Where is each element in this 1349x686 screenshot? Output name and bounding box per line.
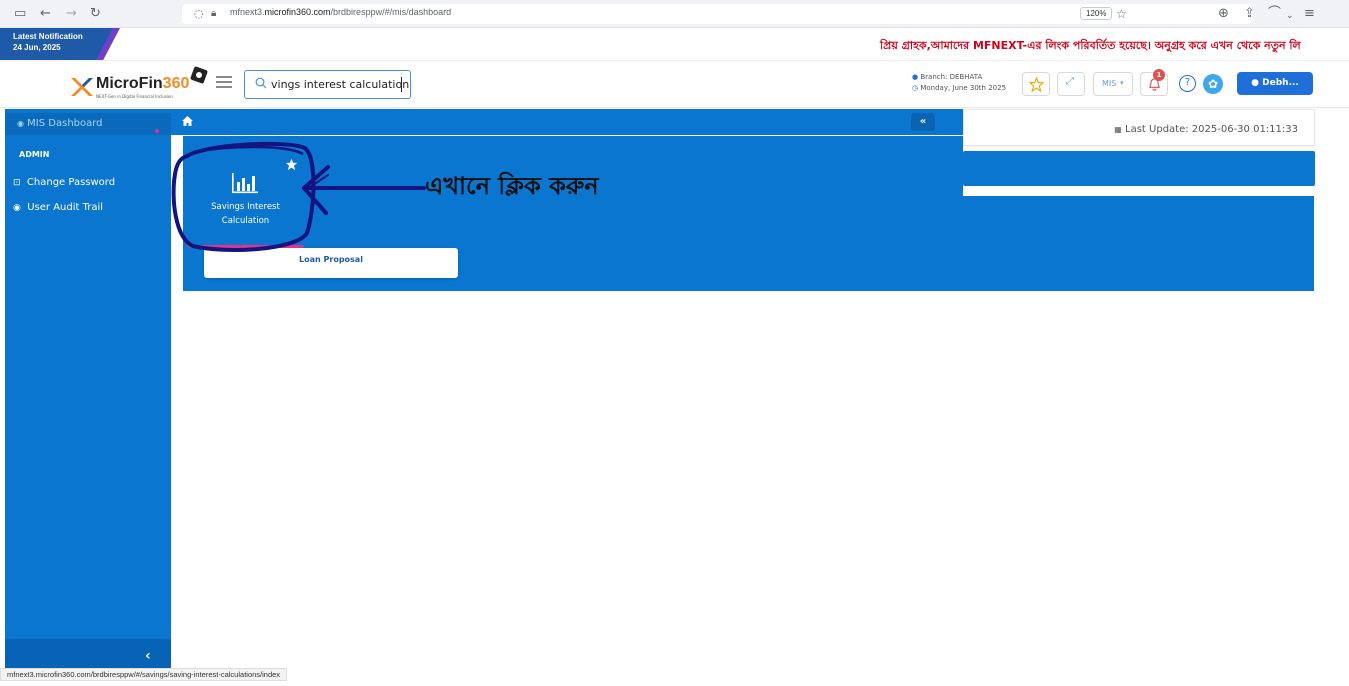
lock-icon: ⊡ bbox=[13, 178, 21, 188]
extensions-icon[interactable]: ⇪ bbox=[1244, 6, 1255, 22]
dashboard-icon: ◉ bbox=[17, 119, 24, 128]
expand-icon: ⤢ bbox=[1066, 76, 1074, 87]
notification-marquee: প্রিয় গ্রাহক,আমাদের MFNEXT-এর লিংক পরিব… bbox=[880, 39, 1301, 52]
browser-toolbar: ▭ ← → ↻ ◌ 🔒︎ mfnext3.microfin360.com/brd… bbox=[0, 0, 1349, 28]
settings-button[interactable]: ✿ bbox=[1203, 72, 1229, 96]
logo-tagline: NEXT-Gen in Digital Financial Inclusion bbox=[96, 94, 173, 99]
notification-title: Latest Notification bbox=[13, 32, 83, 41]
bookmark-star-icon[interactable]: ☆ bbox=[1116, 6, 1127, 22]
sidebar-section-admin: ADMIN bbox=[19, 150, 50, 159]
sidebar-collapse-bar[interactable]: ‹ bbox=[5, 639, 171, 669]
annotation-circle bbox=[171, 141, 316, 252]
content-band bbox=[963, 151, 1315, 186]
chevron-down-icon[interactable]: ⌄ bbox=[1286, 8, 1294, 24]
search-icon bbox=[255, 77, 267, 89]
notification-bar: Latest Notification 24 Jun, 2025 প্রিয় … bbox=[0, 28, 1349, 61]
active-marker bbox=[155, 129, 159, 133]
forward-icon[interactable]: → bbox=[66, 6, 77, 22]
chevron-left-icon[interactable]: ‹ bbox=[145, 648, 151, 664]
sidebar-item-user-audit-trail[interactable]: ◉ User Audit Trail bbox=[13, 202, 103, 213]
annotation-arrow bbox=[302, 165, 426, 215]
clock-icon: ◷ bbox=[912, 84, 919, 92]
sidebar-toggle-icon[interactable]: ▭ bbox=[14, 6, 26, 22]
home-icon[interactable] bbox=[182, 116, 193, 126]
logo-text: MicroFin360 bbox=[96, 75, 190, 92]
sidebar-item-mis-dashboard[interactable]: ◉ MIS Dashboard bbox=[5, 113, 171, 135]
help-button[interactable]: ? bbox=[1175, 72, 1201, 96]
sidebar-item-label: Change Password bbox=[26, 177, 116, 188]
breadcrumb: « bbox=[171, 109, 963, 135]
caret-down-icon: ▾ bbox=[1120, 79, 1124, 87]
logo[interactable]: MicroFin360 NEXT-Gen in Digital Financia… bbox=[70, 66, 220, 102]
shield-icon[interactable]: ◌ bbox=[194, 6, 204, 22]
sidebar-item-label: MIS Dashboard bbox=[27, 118, 103, 129]
notification-date: 24 Jun, 2025 bbox=[13, 43, 61, 52]
loan-proposal-label: Loan Proposal bbox=[299, 255, 363, 264]
search-input[interactable]: vings interest calculation bbox=[244, 70, 411, 99]
zoom-badge[interactable]: 120% bbox=[1080, 7, 1113, 20]
user-name: Debh... bbox=[1262, 78, 1299, 88]
page: ▭ ← → ↻ ◌ 🔒︎ mfnext3.microfin360.com/brd… bbox=[0, 0, 1349, 686]
last-update-bar: ▦ Last Update: 2025-06-30 01:11:33 bbox=[963, 109, 1315, 146]
search-value: vings interest calculation bbox=[271, 78, 410, 91]
gear-icon: ✿ bbox=[1203, 74, 1223, 94]
status-bar-url: mfnext3.microfin360.com/brdbiresppw/#/sa… bbox=[0, 668, 288, 681]
favorites-button[interactable] bbox=[1022, 72, 1050, 96]
question-icon: ? bbox=[1179, 75, 1196, 92]
user-menu-button[interactable]: ● Debh... bbox=[1237, 72, 1313, 95]
sync-icon[interactable]: ⌒ bbox=[1268, 6, 1281, 22]
mis-label: MIS bbox=[1102, 79, 1117, 88]
app-header: MicroFin360 NEXT-Gen in Digital Financia… bbox=[0, 62, 1349, 108]
location-icon: ● bbox=[912, 73, 919, 81]
menu-icon[interactable]: ≡ bbox=[1304, 6, 1315, 22]
account-icon[interactable]: ⊕ bbox=[1218, 6, 1229, 22]
annotation-text: এখানে ক্লিক করুন bbox=[425, 172, 599, 200]
sidebar-item-change-password[interactable]: ⊡ Change Password bbox=[13, 177, 115, 188]
logo-badge-icon bbox=[190, 66, 208, 84]
back-icon[interactable]: ← bbox=[40, 6, 51, 22]
branch-info: ● Branch: DEBHATA ◷ Monday, June 30th 20… bbox=[912, 73, 1006, 95]
branch-date: Monday, June 30th 2025 bbox=[920, 84, 1007, 92]
sidebar-item-label: User Audit Trail bbox=[27, 202, 104, 213]
eye-icon: ◉ bbox=[13, 203, 21, 213]
logo-mark-icon bbox=[71, 78, 93, 96]
star-icon bbox=[1029, 77, 1044, 92]
collapse-panel-button[interactable]: « bbox=[911, 113, 935, 131]
reload-icon[interactable]: ↻ bbox=[90, 6, 101, 22]
text-cursor bbox=[401, 77, 402, 92]
fullscreen-button[interactable]: ⤢ bbox=[1057, 72, 1085, 96]
address-bar[interactable]: ◌ 🔒︎ mfnext3.microfin360.com/brdbiresppw… bbox=[182, 4, 1252, 24]
address-text[interactable]: mfnext3.microfin360.com/brdbiresppw/#/mi… bbox=[230, 7, 451, 17]
sidebar: ◉ MIS Dashboard ADMIN ⊡ Change Password … bbox=[5, 109, 171, 669]
mis-dropdown[interactable]: MIS ▾ bbox=[1093, 72, 1133, 96]
calendar-icon: ▦ bbox=[1114, 125, 1122, 134]
branch-name: Branch: DEBHATA bbox=[920, 73, 983, 81]
notification-count-badge: 1 bbox=[1153, 69, 1165, 81]
last-update-text: ▦ Last Update: 2025-06-30 01:11:33 bbox=[1114, 124, 1298, 135]
user-icon: ● bbox=[1251, 78, 1260, 88]
notification-button[interactable]: 1 bbox=[1140, 69, 1168, 96]
lock-icon[interactable]: 🔒︎ bbox=[211, 6, 216, 22]
hamburger-icon[interactable] bbox=[216, 76, 232, 88]
